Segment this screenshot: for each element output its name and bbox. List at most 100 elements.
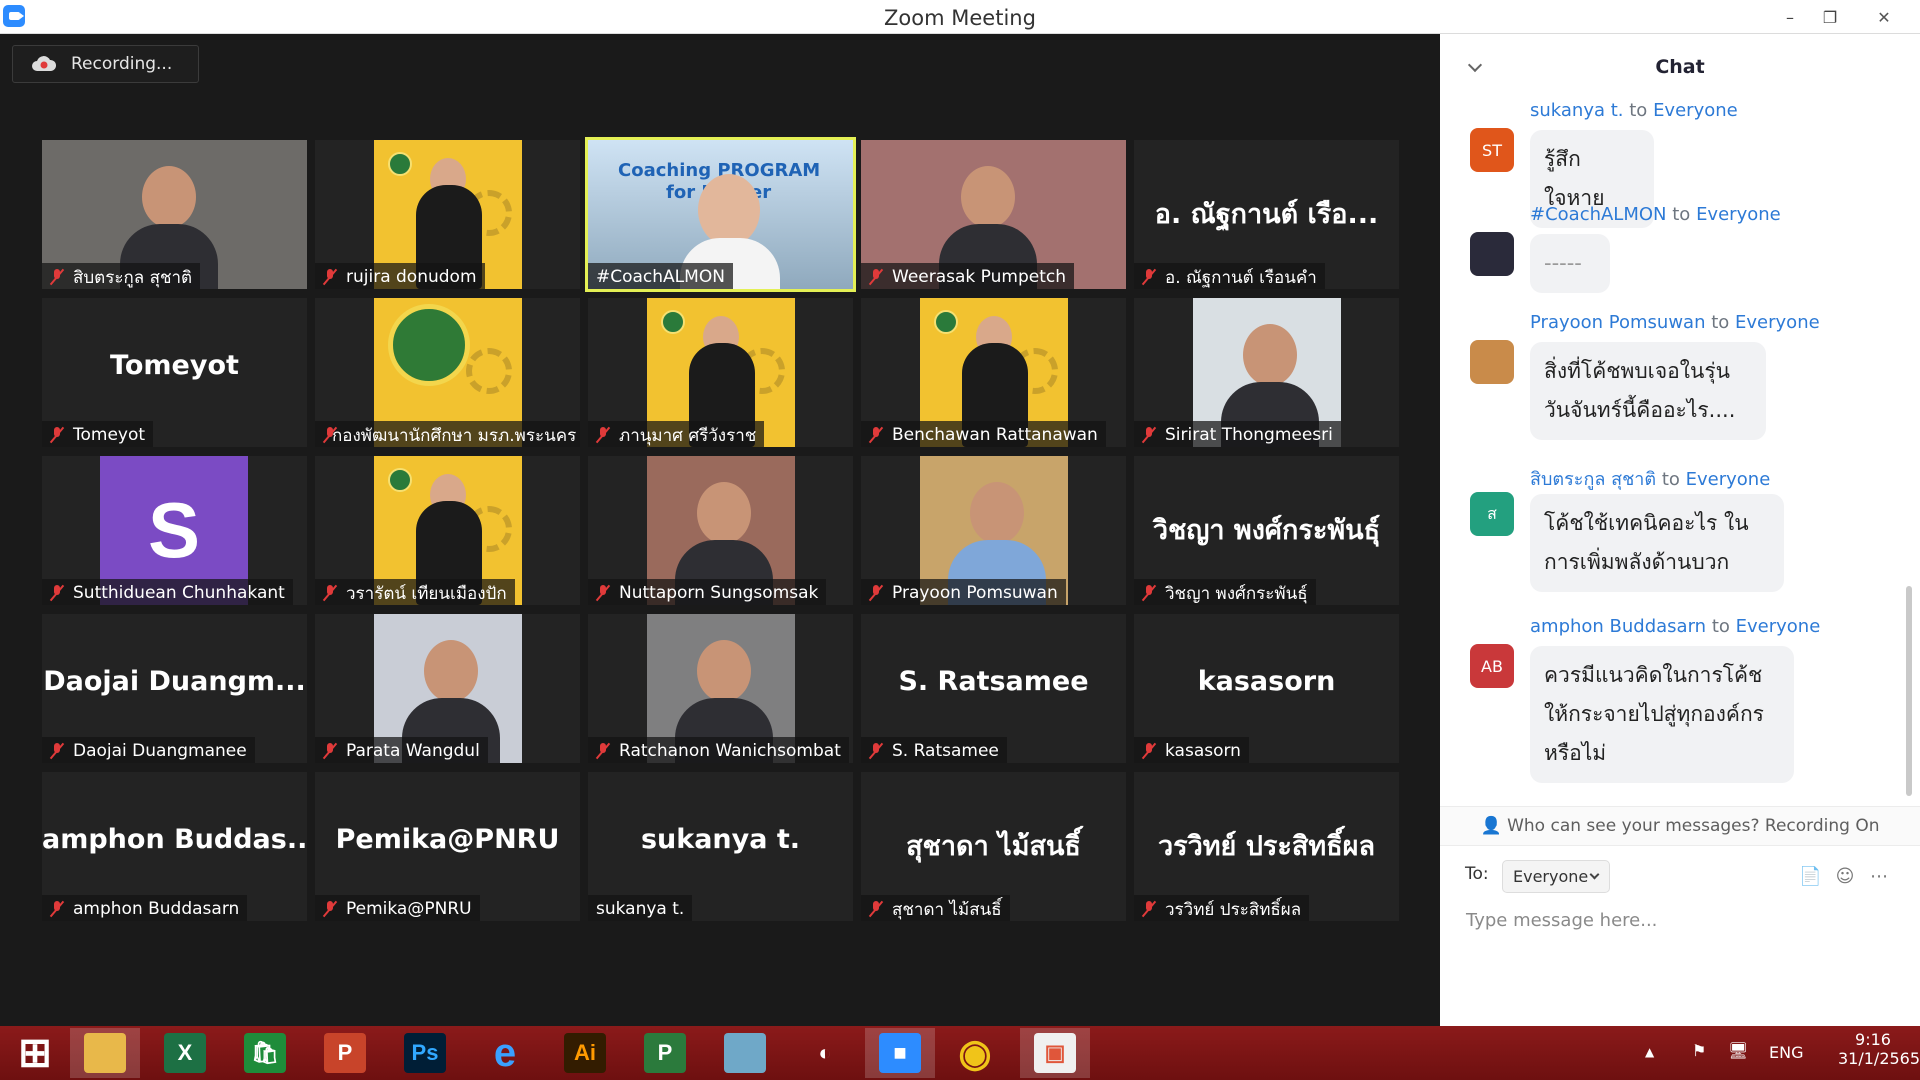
restore-icon[interactable]: ❐ — [1810, 0, 1850, 34]
participant-display-name: S. Ratsamee — [898, 666, 1089, 697]
message-header: สิบตระกูล สุชาติ to Everyone — [1530, 464, 1770, 493]
participant-tile[interactable]: Sirirat Thongmeesri — [1134, 298, 1399, 447]
muted-mic-icon — [869, 742, 883, 760]
participant-tile[interactable]: rujira donudom — [315, 140, 580, 289]
message-bubble: ควรมีแนวคิดในการโค้ชให้กระจายไปสู่ทุกองค… — [1530, 646, 1794, 783]
participant-tile[interactable]: Daojai Duangm... Daojai Duangmanee — [42, 614, 307, 763]
participant-tile[interactable]: Benchawan Rattanawan — [861, 298, 1126, 447]
taskbar-windows-start[interactable]: ⊞ — [0, 1028, 70, 1078]
message-bubble: ----- — [1530, 234, 1610, 293]
message-target[interactable]: Everyone — [1735, 312, 1820, 333]
taskbar-photoshop[interactable]: Ps — [390, 1028, 460, 1078]
taskbar-store[interactable]: 🛍 — [230, 1028, 300, 1078]
participant-tile[interactable]: Tomeyot Tomeyot — [42, 298, 307, 447]
photoscape-icon: ◐ — [818, 1040, 832, 1065]
sender-name[interactable]: amphon Buddasarn — [1530, 616, 1706, 637]
message-header: #CoachALMON to Everyone — [1530, 204, 1781, 225]
chat-message-input[interactable]: Type message here... — [1466, 910, 1886, 931]
network-icon[interactable]: 🖥 — [1728, 1041, 1748, 1060]
taskbar-notepad[interactable] — [710, 1028, 780, 1078]
participant-display-name: อ. ณัฐกานต์ เรือ... — [1154, 199, 1379, 230]
muted-mic-icon — [50, 268, 64, 286]
file-icon[interactable]: 📄 — [1799, 866, 1821, 888]
zoom-icon: ■ — [879, 1033, 921, 1073]
participant-tile[interactable]: amphon Buddas... amphon Buddasarn — [42, 772, 307, 921]
taskbar-illustrator[interactable]: Ai — [550, 1028, 620, 1078]
muted-mic-icon — [1142, 426, 1156, 444]
taskbar-zoom[interactable]: ■ — [865, 1028, 935, 1078]
muted-mic-icon — [1142, 742, 1156, 760]
to-word: to — [1629, 100, 1648, 121]
muted-mic-icon — [323, 742, 337, 760]
participant-tile[interactable]: kasasorn kasasorn — [1134, 614, 1399, 763]
windows-start-icon: ⊞ — [18, 1031, 52, 1075]
sender-name[interactable]: sukanya t. — [1530, 100, 1624, 121]
participant-name-label: กองพัฒนานักศึกษา มรภ.พระนคร — [315, 421, 580, 447]
message-header: Prayoon Pomsuwan to Everyone — [1530, 312, 1820, 333]
tray-arrow-icon[interactable]: ▲ — [1645, 1045, 1654, 1059]
sender-name[interactable]: สิบตระกูล สุชาติ — [1530, 469, 1656, 490]
clock[interactable]: 9:16 31/1/2565 — [1838, 1030, 1920, 1068]
emoji-icon[interactable]: ☺ — [1834, 866, 1856, 888]
participant-name: Pemika@PNRU — [346, 899, 472, 919]
participant-tile[interactable]: วิชญา พงศ์กระพันธุ์ วิชญา พงศ์กระพันธุ์ — [1134, 456, 1399, 605]
participant-tile[interactable]: วรารัตน์ เทียนเมืองปัก — [315, 456, 580, 605]
taskbar-powerpoint[interactable]: P — [310, 1028, 380, 1078]
muted-mic-icon — [1142, 900, 1156, 918]
internet-explorer-icon: e — [493, 1030, 517, 1075]
clock-time: 9:16 — [1855, 1030, 1891, 1049]
chat-scrollbar[interactable] — [1906, 586, 1912, 796]
more-options-icon[interactable]: ⋯ — [1868, 866, 1890, 888]
participant-tile[interactable]: Pemika@PNRU Pemika@PNRU — [315, 772, 580, 921]
taskbar-photos[interactable]: ▣ — [1020, 1028, 1090, 1078]
participant-tile[interactable]: Parata Wangdul — [315, 614, 580, 763]
participant-tile[interactable]: Ratchanon Wanichsombat — [588, 614, 853, 763]
sender-name[interactable]: Prayoon Pomsuwan — [1530, 312, 1705, 333]
participant-name-label: rujira donudom — [315, 263, 485, 289]
taskbar-project[interactable]: P — [630, 1028, 700, 1078]
action-center-flag-icon[interactable]: ⚑ — [1692, 1041, 1706, 1060]
taskbar-excel[interactable]: X — [150, 1028, 220, 1078]
visibility-notice[interactable]: 👤 Who can see your messages? Recording O… — [1440, 806, 1920, 846]
participant-name-label: อ. ณัฐกานต์ เรือนคำ — [1134, 263, 1325, 289]
participant-name-label: Ratchanon Wanichsombat — [588, 737, 849, 763]
message-target[interactable]: Everyone — [1736, 616, 1821, 637]
participant-tile[interactable]: S. Ratsamee S. Ratsamee — [861, 614, 1126, 763]
participant-name: Tomeyot — [73, 425, 146, 445]
participant-name: Sutthiduean Chunhakant — [73, 583, 285, 603]
sender-name[interactable]: #CoachALMON — [1530, 204, 1667, 225]
message-target[interactable]: Everyone — [1686, 469, 1771, 490]
participant-tile[interactable]: Coaching PROGRAMfor Leader#CoachALMON — [585, 137, 856, 292]
participant-name: Daojai Duangmanee — [73, 741, 247, 761]
sender-avatar: AB — [1470, 644, 1514, 688]
sender-avatar: ST — [1470, 128, 1514, 172]
participant-tile[interactable]: Nuttaporn Sungsomsak — [588, 456, 853, 605]
participant-tile[interactable]: สิบตระกูล สุชาติ — [42, 140, 307, 289]
participant-tile[interactable]: ภานุมาศ ศรีวังราช — [588, 298, 853, 447]
message-target[interactable]: Everyone — [1696, 204, 1781, 225]
participant-tile[interactable]: กองพัฒนานักศึกษา มรภ.พระนคร — [315, 298, 580, 447]
participant-tile[interactable]: S Sutthiduean Chunhakant — [42, 456, 307, 605]
taskbar-file-explorer[interactable] — [70, 1028, 140, 1078]
taskbar-internet-explorer[interactable]: e — [470, 1028, 540, 1078]
participant-tile[interactable]: sukanya t. sukanya t. — [588, 772, 853, 921]
taskbar-chrome[interactable]: ◉ — [940, 1028, 1010, 1078]
participant-name-label: Nuttaporn Sungsomsak — [588, 579, 827, 605]
taskbar-photoscape[interactable]: ◐ — [790, 1028, 860, 1078]
participant-name-label: Pemika@PNRU — [315, 895, 480, 921]
muted-mic-icon — [869, 268, 883, 286]
participant-tile[interactable]: สุชาดา ไม้สนธิ์ สุชาดา ไม้สนธิ์ — [861, 772, 1126, 921]
participant-tile[interactable]: Weerasak Pumpetch — [861, 140, 1126, 289]
participant-display-name: sukanya t. — [640, 824, 801, 855]
participant-name-label: Tomeyot — [42, 421, 154, 447]
recipient-dropdown[interactable]: Everyone — [1502, 860, 1610, 893]
recording-indicator[interactable]: Recording... — [12, 45, 199, 83]
participant-tile[interactable]: Prayoon Pomsuwan — [861, 456, 1126, 605]
language-indicator[interactable]: ENG — [1769, 1043, 1803, 1062]
message-target[interactable]: Everyone — [1653, 100, 1738, 121]
participant-tile[interactable]: วรวิทย์ ประสิทธิ์ผล วรวิทย์ ประสิทธิ์ผล — [1134, 772, 1399, 921]
minimize-icon[interactable]: – — [1770, 0, 1810, 34]
participant-tile[interactable]: อ. ณัฐกานต์ เรือ... อ. ณัฐกานต์ เรือนคำ — [1134, 140, 1399, 289]
close-icon[interactable]: ✕ — [1856, 0, 1912, 34]
participant-name: ภานุมาศ ศรีวังราช — [619, 425, 757, 446]
